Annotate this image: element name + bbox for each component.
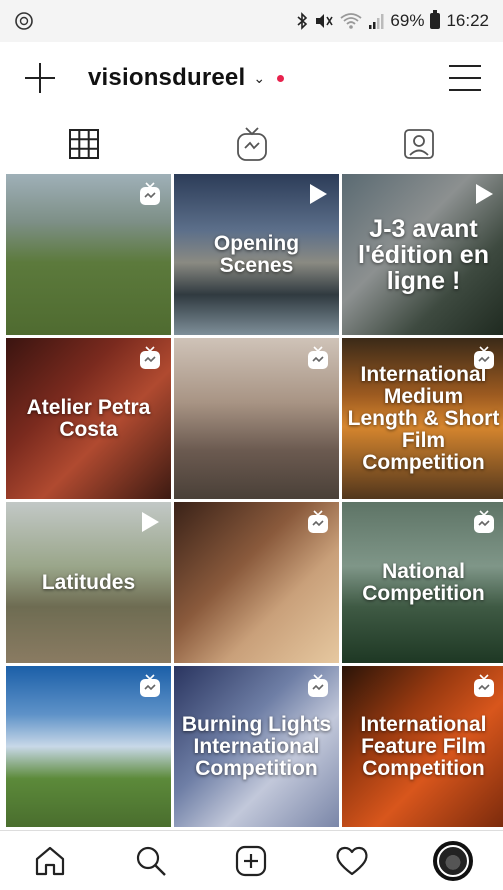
profile-tabs <box>0 114 503 174</box>
post-title: J-3 avant l'édition en ligne ! <box>358 214 489 295</box>
post-title: International Feature Film Competition <box>360 712 487 780</box>
post-title: National Competition <box>362 559 485 605</box>
username: visionsdureel <box>88 64 246 91</box>
search-icon <box>136 846 166 876</box>
tab-tagged[interactable] <box>335 114 503 174</box>
profile-header: visionsdureel ⌄ <box>0 42 503 114</box>
post-tile[interactable]: International Medium Length & Short Film… <box>342 338 503 499</box>
video-play-icon <box>307 182 329 211</box>
video-play-icon <box>139 510 161 539</box>
post-title: Opening Scenes <box>213 231 300 277</box>
home-icon <box>36 846 65 875</box>
posts-grid: Opening Scenes J-3 avant l'édition en lig… <box>6 174 503 830</box>
nav-profile[interactable] <box>402 840 503 881</box>
igtv-badge-icon <box>139 346 161 375</box>
post-tile[interactable]: National Competition <box>342 502 503 663</box>
notification-dot <box>277 74 285 82</box>
post-tile[interactable]: International Feature Film Competition <box>342 666 503 827</box>
status-bar: 69% 16:22 <box>0 0 503 42</box>
post-title: Latitudes <box>41 570 136 594</box>
igtv-badge-icon <box>307 510 329 539</box>
post-title: Burning Lights International Competition <box>181 712 332 780</box>
post-tile[interactable]: Opening Scenes <box>174 174 339 335</box>
heart-icon <box>336 846 368 875</box>
post-tile[interactable]: Burning Lights International Competition <box>174 666 339 827</box>
nav-home[interactable] <box>0 844 101 878</box>
whatsapp-icon <box>15 12 33 30</box>
post-title: International Medium Length & Short Film… <box>347 362 500 474</box>
post-tile[interactable] <box>174 338 339 499</box>
post-tile[interactable] <box>6 174 171 335</box>
igtv-badge-icon <box>139 674 161 703</box>
igtv-badge-icon <box>473 510 495 539</box>
avatar <box>432 840 473 881</box>
battery-percent: 69% <box>390 11 425 30</box>
post-tile[interactable]: J-3 avant l'édition en ligne ! <box>342 174 503 335</box>
bluetooth-icon <box>297 12 308 30</box>
account-switcher[interactable]: visionsdureel ⌄ <box>88 64 285 92</box>
post-tile[interactable] <box>6 666 171 827</box>
nav-activity[interactable] <box>302 845 403 877</box>
add-post-icon <box>236 845 267 876</box>
tab-igtv[interactable] <box>168 114 336 174</box>
igtv-badge-icon <box>473 346 495 375</box>
grid-icon <box>68 129 99 159</box>
tab-grid[interactable] <box>0 114 168 174</box>
wifi-icon <box>340 13 362 29</box>
mute-icon <box>316 14 334 28</box>
nav-new-post[interactable] <box>201 844 302 878</box>
tagged-icon <box>404 129 435 159</box>
battery-icon <box>430 10 441 29</box>
post-tile[interactable] <box>174 502 339 663</box>
signal-icon <box>369 14 384 29</box>
new-post-plus-icon[interactable] <box>22 60 58 96</box>
post-tile[interactable]: Latitudes <box>6 502 171 663</box>
hamburger-menu-icon[interactable] <box>449 65 481 91</box>
igtv-badge-icon <box>473 674 495 703</box>
clock: 16:22 <box>446 11 489 30</box>
igtv-badge-icon <box>307 346 329 375</box>
post-title: Atelier Petra Costa <box>26 395 151 441</box>
nav-search[interactable] <box>101 844 202 878</box>
igtv-badge-icon <box>139 182 161 211</box>
video-play-icon <box>473 182 495 211</box>
igtv-icon <box>236 127 267 161</box>
chevron-down-icon: ⌄ <box>253 69 266 86</box>
bottom-nav <box>0 830 503 890</box>
igtv-badge-icon <box>307 674 329 703</box>
post-tile[interactable]: Atelier Petra Costa <box>6 338 171 499</box>
